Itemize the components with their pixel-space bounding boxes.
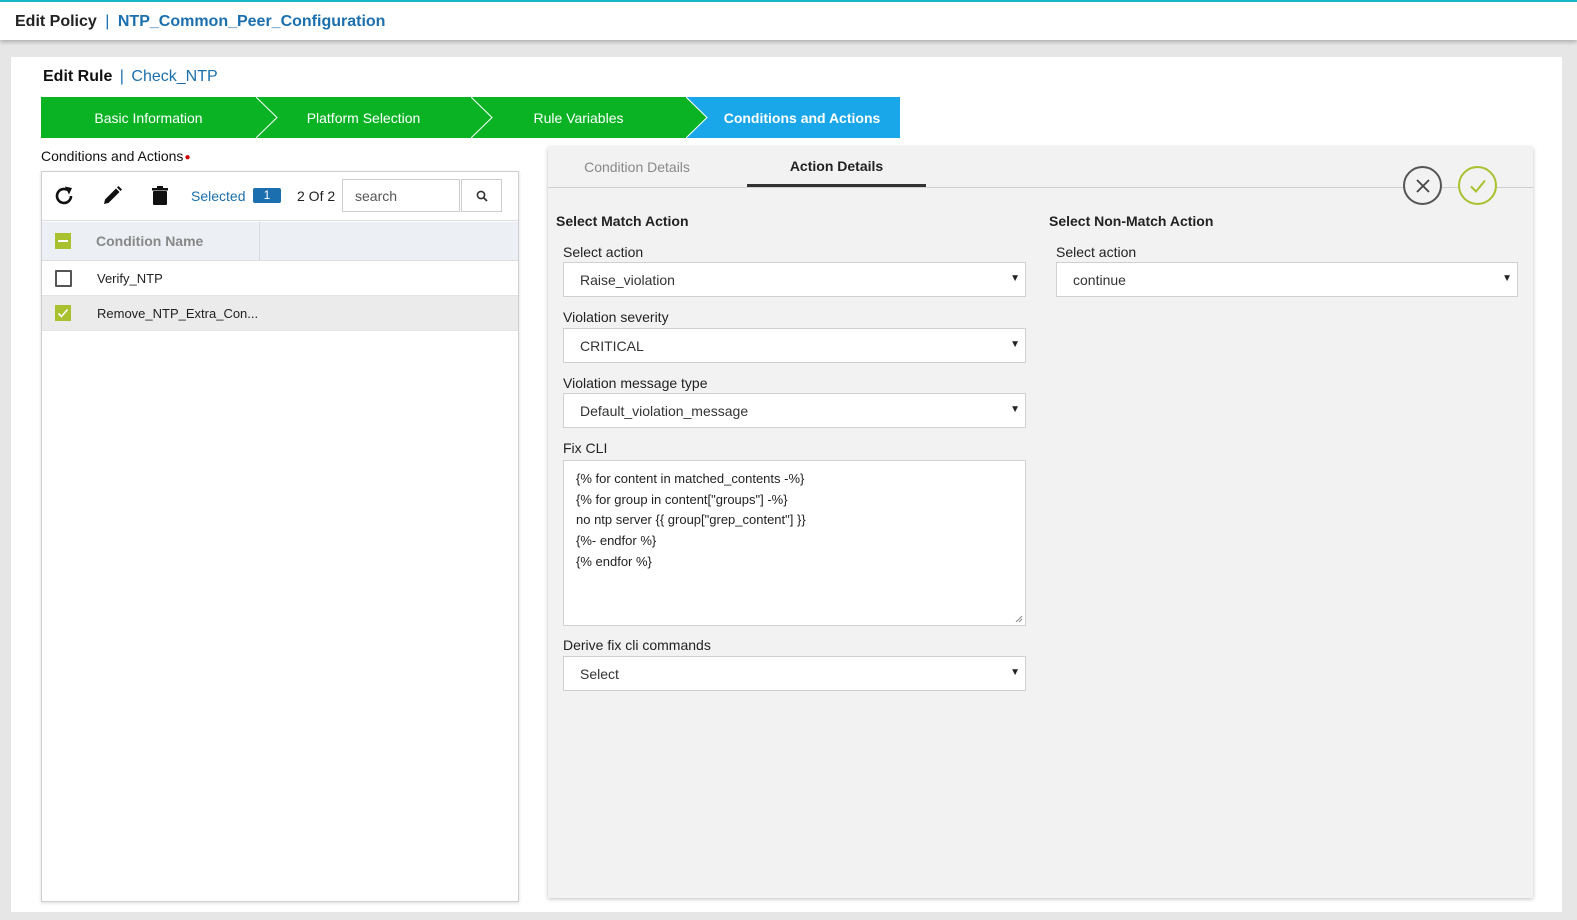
step-label: Basic Information: [94, 109, 203, 126]
table-row[interactable]: Verify_NTP: [42, 261, 518, 296]
resize-handle-icon[interactable]: [1015, 615, 1023, 623]
chevron-down-icon: ▼: [1010, 667, 1020, 678]
edit-rule-card: Edit Rule | Check_NTP Basic Information …: [11, 57, 1562, 912]
selected-label: Selected: [191, 188, 246, 204]
select-value: Default_violation_message: [580, 403, 749, 419]
select-action-label: Select action: [563, 244, 644, 260]
fix-cli-line: {% endfor %}: [576, 553, 652, 569]
check-icon: [1469, 179, 1486, 193]
refresh-icon: [55, 186, 73, 205]
select-all-checkbox[interactable]: [55, 233, 71, 249]
trash-icon: [152, 186, 168, 205]
select-value: CRITICAL: [580, 338, 644, 354]
fix-cli-line: {% for content in matched_contents -%}: [576, 471, 805, 486]
page-title: Edit Policy | NTP_Common_Peer_Configurat…: [15, 13, 385, 31]
row-checkbox[interactable]: [55, 270, 72, 287]
step-conditions-and-actions[interactable]: Conditions and Actions: [686, 97, 900, 138]
fix-cli-textarea[interactable]: {% for content in matched_contents -%} {…: [563, 460, 1026, 626]
tab-condition-details[interactable]: Condition Details: [548, 147, 726, 187]
column-header-name: Condition Name: [42, 222, 260, 260]
condition-name: Remove_NTP_Extra_Con...: [97, 306, 259, 321]
match-action-select[interactable]: Raise_violation ▼: [563, 262, 1026, 297]
row-checkbox[interactable]: [55, 305, 71, 321]
chevron-down-icon: ▼: [1010, 404, 1020, 415]
tab-label: Condition Details: [584, 159, 690, 175]
checkmark-icon: [57, 308, 69, 318]
rule-title-separator: |: [119, 68, 124, 85]
chevron-down-icon: ▼: [1502, 273, 1512, 284]
conditions-label-text: Conditions and Actions: [41, 148, 184, 164]
wizard-steps: Basic Information Platform Selection Rul…: [41, 97, 901, 138]
violation-severity-select[interactable]: CRITICAL ▼: [563, 328, 1026, 363]
edit-button[interactable]: [100, 184, 124, 208]
nonmatch-select-action-label: Select action: [1056, 244, 1137, 260]
conditions-list-panel: Selected 1 2 Of 2 Condition Name Verify_…: [41, 171, 519, 902]
nonmatch-action-select[interactable]: continue ▼: [1056, 262, 1518, 297]
cancel-button[interactable]: [1403, 166, 1442, 205]
confirm-button[interactable]: [1458, 166, 1497, 205]
record-count: 2 Of 2: [297, 188, 336, 204]
conditions-toolbar: Selected 1 2 Of 2: [42, 172, 518, 221]
step-rule-variables[interactable]: Rule Variables: [471, 97, 708, 138]
derive-fix-cli-label: Derive fix cli commands: [563, 637, 711, 653]
step-chevron: [256, 97, 278, 138]
table-header: Condition Name: [42, 222, 518, 261]
step-label: Rule Variables: [533, 109, 624, 126]
fix-cli-line: {%- endfor %}: [576, 533, 657, 549]
select-value: Select: [580, 666, 619, 682]
delete-button[interactable]: [148, 184, 172, 208]
page-title-prefix: Edit Policy: [15, 13, 97, 30]
match-action-title: Select Match Action: [556, 213, 689, 229]
message-type-label: Violation message type: [563, 375, 708, 391]
select-value: continue: [1073, 272, 1126, 288]
step-platform-selection[interactable]: Platform Selection: [256, 97, 493, 138]
search-icon: [476, 190, 488, 202]
title-separator: |: [105, 13, 110, 30]
step-chevron: [471, 97, 493, 138]
chevron-down-icon: ▼: [1010, 339, 1020, 350]
violation-severity-label: Violation severity: [563, 309, 669, 325]
tab-label: Action Details: [789, 157, 884, 174]
select-value: Raise_violation: [580, 272, 675, 288]
required-marker: ●: [184, 152, 191, 163]
table-row[interactable]: Remove_NTP_Extra_Con...: [42, 296, 518, 331]
rule-title-prefix: Edit Rule: [43, 68, 113, 85]
step-label: Conditions and Actions: [723, 109, 881, 126]
policy-name: NTP_Common_Peer_Configuration: [117, 13, 386, 30]
refresh-button[interactable]: [52, 184, 76, 208]
search-button[interactable]: [461, 179, 502, 212]
selected-count-badge: 1: [253, 188, 281, 203]
close-icon: [1415, 178, 1430, 193]
fix-cli-line: {% for group in content["groups"] -%}: [576, 491, 788, 507]
rule-name: Check_NTP: [131, 68, 218, 85]
chevron-down-icon: ▼: [1010, 273, 1020, 284]
pencil-icon: [104, 186, 122, 204]
conditions-section-label: Conditions and Actions●: [41, 148, 190, 164]
details-panel: Condition Details Action Details Select …: [548, 147, 1533, 898]
condition-name: Verify_NTP: [97, 271, 163, 286]
step-label: Platform Selection: [306, 109, 421, 126]
step-chevron: [686, 97, 708, 138]
rule-title: Edit Rule | Check_NTP: [43, 68, 218, 86]
step-basic-information[interactable]: Basic Information: [41, 97, 278, 138]
fix-cli-line: no ntp server {{ group["grep_content"] }…: [576, 512, 806, 528]
fix-cli-label: Fix CLI: [563, 440, 608, 456]
details-tabs: Condition Details Action Details: [548, 147, 1533, 188]
tab-action-details[interactable]: Action Details: [747, 147, 926, 187]
column-header-label: Condition Name: [96, 233, 204, 249]
search-input[interactable]: [342, 179, 460, 212]
nonmatch-action-title: Select Non-Match Action: [1049, 213, 1214, 229]
top-header: Edit Policy | NTP_Common_Peer_Configurat…: [0, 0, 1577, 40]
message-type-select[interactable]: Default_violation_message ▼: [563, 393, 1026, 428]
derive-fix-cli-select[interactable]: Select ▼: [563, 656, 1026, 691]
